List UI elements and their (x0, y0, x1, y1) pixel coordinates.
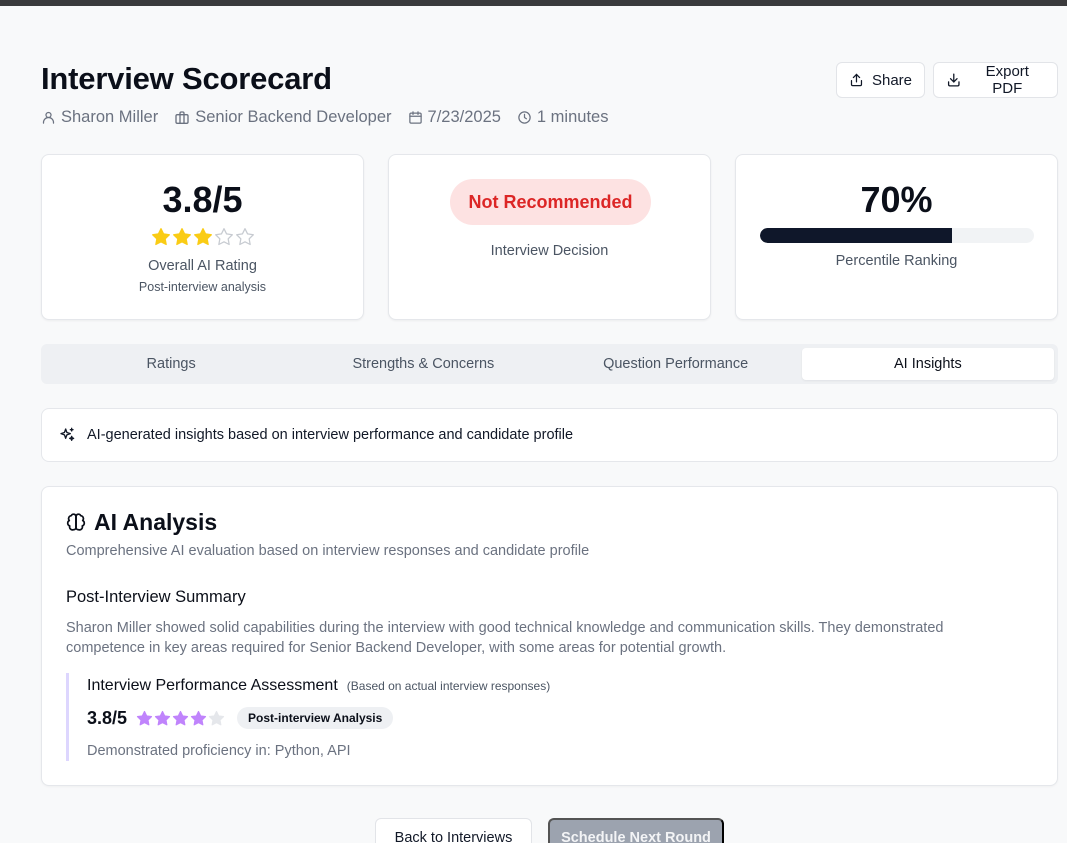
assessment-proficiency: Demonstrated proficiency in: Python, API (87, 743, 351, 759)
summary-heading: Post-Interview Summary (66, 588, 246, 606)
decision-label: Interview Decision (490, 243, 609, 259)
percentile-label: Percentile Ranking (835, 253, 958, 269)
performance-assessment: Interview Performance Assessment (Based … (66, 673, 766, 761)
rating-stars (42, 227, 363, 247)
assessment-header: Interview Performance Assessment (Based … (87, 677, 550, 695)
export-label: Export PDF (985, 63, 1029, 97)
calendar-icon (408, 111, 422, 124)
overall-rating-sublabel: Post-interview analysis (138, 280, 267, 294)
assessment-note: (Based on actual interview responses) (346, 679, 551, 693)
interview-date: 7/23/2025 (427, 108, 501, 126)
rating-filled-star-icon (193, 228, 212, 246)
ai-insights-notice: AI-generated insights based on interview… (41, 408, 1058, 462)
tab-ai-insights[interactable]: AI Insights (801, 348, 1054, 380)
rating-empty-star-icon (235, 228, 254, 246)
tab-ratings[interactable]: Ratings (45, 348, 297, 380)
rating-filled-star-icon (151, 228, 170, 246)
assessment-filled-star-icon (154, 710, 171, 725)
clock-icon (518, 111, 531, 124)
page-title: Interview Scorecard (41, 61, 332, 96)
interview-meta: Sharon Miller Senior Backend Developer 7… (41, 108, 624, 127)
download-icon (947, 73, 960, 87)
decision-card: Not Recommended Interview Decision (388, 154, 711, 320)
candidate-name: Sharon Miller (61, 108, 159, 126)
meta-candidate: Sharon Miller (41, 108, 158, 127)
export-pdf-button[interactable]: Export PDF (933, 62, 1058, 98)
sparkles-icon (60, 427, 75, 441)
schedule-next-round-button[interactable]: Schedule Next Round (548, 818, 724, 843)
ai-analysis-card: AI Analysis Comprehensive AI evaluation … (41, 486, 1058, 786)
briefcase-icon (175, 110, 189, 124)
window-top-bar (0, 0, 1067, 6)
assessment-title: Interview Performance Assessment (87, 677, 338, 694)
share-button[interactable]: Share (836, 62, 925, 98)
assessment-score: 3.8/5 (87, 707, 128, 728)
brain-icon (66, 512, 86, 531)
rating-empty-star-icon (214, 228, 233, 246)
assessment-filled-star-icon (136, 710, 153, 725)
assessment-score-row: 3.8/5 Post-interview Analysis (87, 707, 394, 729)
tab-strengths-concerns[interactable]: Strengths & Concerns (297, 348, 549, 380)
assessment-pill: Post-interview Analysis (237, 707, 394, 729)
ai-analysis-subtitle: Comprehensive AI evaluation based on int… (66, 543, 590, 559)
meta-duration: 1 minutes (517, 108, 609, 127)
decision-badge: Not Recommended (450, 179, 651, 225)
overall-rating-label: Overall AI Rating (148, 258, 257, 274)
candidate-role: Senior Backend Developer (195, 108, 392, 126)
share-icon (850, 73, 863, 87)
overall-rating-card: 3.8/5 Overall AI Rating Post-interview a… (41, 154, 364, 320)
percentile-card: 70% Percentile Ranking (735, 154, 1058, 320)
rating-filled-star-icon (172, 228, 191, 246)
share-label: Share (871, 71, 912, 89)
overall-rating-value: 3.8/5 (162, 179, 243, 220)
percentile-progress-fill (760, 228, 952, 243)
meta-date: 7/23/2025 (408, 108, 501, 127)
ai-analysis-heading: AI Analysis (66, 509, 217, 536)
ai-analysis-title: AI Analysis (94, 509, 218, 535)
back-to-interviews-button[interactable]: Back to Interviews (375, 818, 532, 843)
meta-role: Senior Backend Developer (174, 108, 392, 127)
assessment-stars (136, 710, 226, 727)
summary-text: Sharon Miller showed solid capabilities … (66, 620, 944, 656)
assessment-filled-star-icon (190, 710, 207, 725)
notice-text: AI-generated insights based on interview… (87, 427, 574, 443)
percentile-value: 70% (860, 179, 933, 220)
assessment-filled-star-icon (172, 710, 189, 725)
assessment-empty-star-icon (208, 710, 225, 725)
scorecard-tabs: Ratings Strengths & Concerns Question Pe… (41, 344, 1058, 384)
user-icon (42, 111, 55, 124)
tab-question-performance[interactable]: Question Performance (550, 348, 802, 380)
interview-duration: 1 minutes (536, 108, 609, 126)
percentile-progress-bar (760, 228, 1034, 243)
